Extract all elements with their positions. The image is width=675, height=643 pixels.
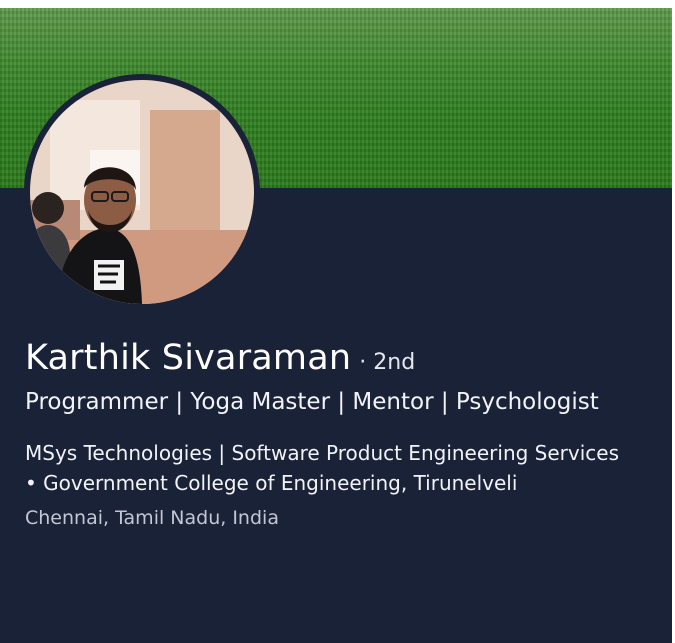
avatar-photo (30, 80, 254, 304)
profile-info: Karthik Sivaraman · 2nd Programmer | Yog… (25, 338, 645, 532)
profile-location: Chennai, Tamil Nadu, India (25, 507, 279, 529)
profile-avatar[interactable] (30, 80, 254, 304)
profile-card: Karthik Sivaraman · 2nd Programmer | Yog… (0, 8, 672, 643)
name-row: Karthik Sivaraman · 2nd (25, 338, 645, 378)
profile-name: Karthik Sivaraman (25, 338, 352, 378)
profile-headline: Programmer | Yoga Master | Mentor | Psyc… (25, 389, 599, 415)
avatar-ring (24, 74, 260, 310)
connection-degree: · 2nd (359, 350, 416, 375)
company-education[interactable]: MSys Technologies | Software Product Eng… (25, 438, 635, 498)
